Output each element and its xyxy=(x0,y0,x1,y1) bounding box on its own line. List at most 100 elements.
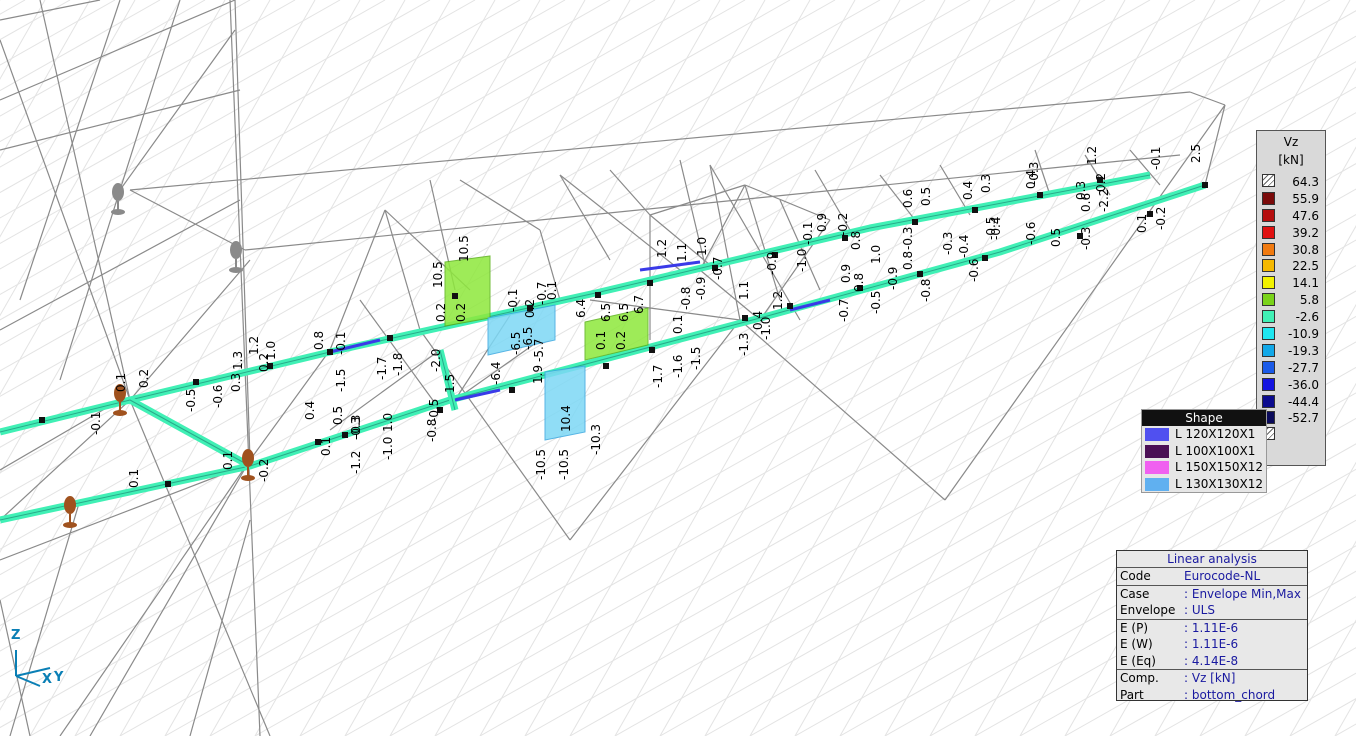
analysis-key: Case xyxy=(1120,586,1150,601)
diagram-value-label: -1.2 xyxy=(349,451,363,474)
legend-row: -36.0 xyxy=(1257,377,1325,394)
legend-swatch xyxy=(1262,360,1275,374)
diagram-value-label: -0.2 xyxy=(1154,207,1168,230)
legend-value: 14.1 xyxy=(1292,276,1319,291)
diagram-value-label: 0.2 xyxy=(454,303,468,322)
diagram-value-label: 0.2 xyxy=(434,303,448,322)
diagram-value-label: 0.2 xyxy=(137,369,151,388)
diagram-value-label: -0.4 xyxy=(989,217,1003,240)
legend-value: -10.9 xyxy=(1287,327,1319,342)
diagram-value-label: -0.6 xyxy=(967,259,981,282)
legend-row: 55.9 xyxy=(1257,191,1325,208)
legend-swatch xyxy=(1262,377,1275,391)
diagram-value-label: -0.1 xyxy=(1149,147,1163,170)
diagram-value-label: 0.4 xyxy=(961,181,975,200)
legend-swatch xyxy=(1262,276,1275,290)
legend-value: -19.3 xyxy=(1287,343,1319,358)
grid-line xyxy=(704,0,1126,736)
axis-y-label: Y xyxy=(54,670,64,685)
diagram-value-label: 10.4 xyxy=(559,405,573,432)
analysis-row: Comp.: Vz [kN] xyxy=(1117,669,1307,687)
diagram-value-label: 0.1 xyxy=(319,437,333,456)
diagram-value-label: 0.1 xyxy=(114,373,128,392)
diagram-value-label: 0.9 xyxy=(815,213,829,232)
legend-row xyxy=(1257,427,1325,444)
node xyxy=(917,271,923,277)
diagram-value-label: -0.3 xyxy=(1079,227,1093,250)
diagram-value-label: 1.1 xyxy=(737,281,751,300)
grid-line xyxy=(0,0,566,321)
support xyxy=(64,496,76,514)
tower-member xyxy=(0,0,236,101)
diagram-value-label: -1.7 xyxy=(651,365,665,388)
legend-swatch xyxy=(1262,225,1275,239)
support-base xyxy=(241,475,255,481)
legend-swatch xyxy=(1262,242,1275,256)
legend-value: -2.6 xyxy=(1295,310,1319,325)
analysis-row: E (Eq): 4.14E-8 xyxy=(1117,653,1307,670)
support-ghost-base xyxy=(111,209,125,215)
diagram-value-label: 1.2 xyxy=(247,336,261,355)
legend-row: 22.5 xyxy=(1257,258,1325,275)
support-base xyxy=(113,410,127,416)
shape-swatch xyxy=(1145,428,1169,441)
analysis-value: : 1.11E-6 xyxy=(1184,620,1239,635)
node xyxy=(39,417,45,423)
diagram-value-label: -6.4 xyxy=(489,362,503,385)
truss-member xyxy=(739,319,946,501)
legend-row: -10.9 xyxy=(1257,326,1325,343)
legend-value: -52.7 xyxy=(1287,411,1319,426)
shape-legend-row: L 100X100X1 xyxy=(1142,443,1266,460)
legend-row: -27.7 xyxy=(1257,360,1325,377)
grid-line xyxy=(0,0,386,219)
grid-line xyxy=(0,0,926,525)
analysis-row: Part: bottom_chord xyxy=(1117,687,1307,704)
diagram-value-label: -1.7 xyxy=(375,357,389,380)
legend-value: 39.2 xyxy=(1292,225,1319,240)
analysis-key: Comp. xyxy=(1120,671,1159,685)
diagram-value-label: 0.8 xyxy=(849,231,863,250)
node xyxy=(509,387,515,393)
truss-member xyxy=(129,189,246,251)
legend-value: 47.6 xyxy=(1292,208,1319,223)
diagram-value-label: 6.5 xyxy=(599,303,613,322)
axis-z-label: Z xyxy=(11,628,21,643)
analysis-key: E (W) xyxy=(1120,637,1153,651)
node xyxy=(1202,182,1208,188)
diagram-value-label: 0.5 xyxy=(331,406,345,425)
analysis-row: Envelope: ULS xyxy=(1117,602,1307,619)
grid-line xyxy=(524,0,946,736)
analysis-value: : bottom_chord xyxy=(1184,687,1276,702)
truss-member xyxy=(1189,91,1226,106)
grid-line xyxy=(254,0,676,736)
analysis-row: E (P): 1.11E-6 xyxy=(1117,618,1307,637)
diagram-value-label: -0.1 xyxy=(89,412,103,435)
support-ghost xyxy=(112,183,124,201)
diagram-value-label: 6.5 xyxy=(617,303,631,322)
diagram-value-label: 0.1 xyxy=(594,331,608,350)
node xyxy=(165,481,171,487)
diagram-value-label: 1.0 xyxy=(381,413,395,432)
diagram-value-label: -0.9 xyxy=(694,277,708,300)
diagram-value-label: 0.5 xyxy=(919,187,933,206)
diagram-value-label: -0.3 xyxy=(1027,162,1041,185)
legend-swatch xyxy=(1262,394,1275,408)
diagram-value-label: 0.1 xyxy=(221,451,235,470)
diagram-value-label: -0.4 xyxy=(957,235,971,258)
tower-member xyxy=(89,459,251,736)
shape-legend-row: L 130X130X12 xyxy=(1142,476,1266,493)
diagram-value-label: -1.5 xyxy=(689,347,703,370)
diagram-value-label: -10.5 xyxy=(534,449,548,480)
analysis-value: : Envelope Min,Max xyxy=(1184,586,1301,601)
diagram-value-label: 0.8 xyxy=(312,331,326,350)
diagram-value-label: 0.3 xyxy=(1074,181,1088,200)
node xyxy=(647,280,653,286)
grid-line xyxy=(0,0,26,15)
shape-label: L 120X120X1 xyxy=(1175,427,1256,441)
grid-line xyxy=(0,0,1106,627)
legend-row: 14.1 xyxy=(1257,275,1325,292)
support-base xyxy=(63,522,77,528)
diagram-value-label: 0.6 xyxy=(901,189,915,208)
legend-value: -44.4 xyxy=(1287,394,1319,409)
grid-line xyxy=(0,0,136,238)
